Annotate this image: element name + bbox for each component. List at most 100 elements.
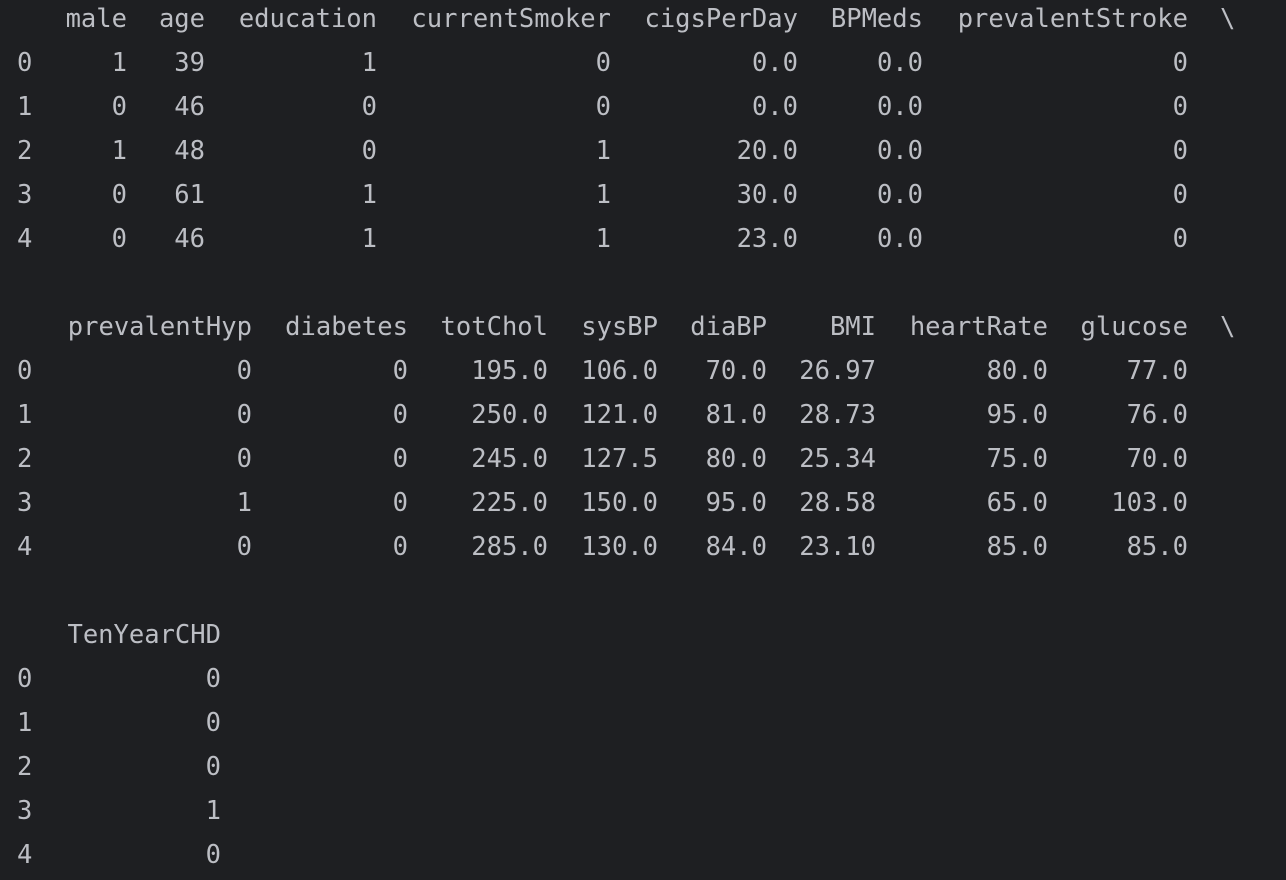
table-cell: 0 — [1172, 48, 1188, 78]
table-cell: 0.0 — [876, 48, 923, 78]
table-cell: 1 — [595, 224, 611, 254]
table-cell: 0 — [595, 48, 611, 78]
row-index: 0 — [17, 48, 33, 78]
table-cell: 0 — [1172, 136, 1188, 166]
table-cell: 0 — [392, 444, 408, 474]
table-cell: 1 — [205, 796, 221, 826]
row-index: 4 — [17, 840, 33, 870]
table-cell: 1 — [595, 180, 611, 210]
row-index: 1 — [17, 400, 33, 430]
table-cell: 30.0 — [736, 180, 798, 210]
table-cell: 127.5 — [581, 444, 658, 474]
table-cell: 84.0 — [705, 532, 767, 562]
table-cell: 0 — [205, 752, 221, 782]
table-cell: 0 — [205, 840, 221, 870]
table-row: 0 1 39 1 0 0.0 0.0 0 — [0, 41, 1286, 85]
table-row: 4 0 46 1 1 23.0 0.0 0 — [0, 217, 1286, 261]
table-cell: 61 — [174, 180, 205, 210]
table-cell: 70.0 — [1126, 444, 1188, 474]
table-cell: 0 — [392, 532, 408, 562]
table-cell: 0 — [236, 444, 252, 474]
table-cell: 1 — [361, 180, 377, 210]
table-cell: 1 — [595, 136, 611, 166]
column-header: TenYearCHD — [67, 620, 221, 650]
row-index: 4 — [17, 532, 33, 562]
table-cell: 85.0 — [986, 532, 1048, 562]
table-cell: 76.0 — [1126, 400, 1188, 430]
row-index: 3 — [17, 488, 33, 518]
row-index: 0 — [17, 356, 33, 386]
table-cell: 39 — [174, 48, 205, 78]
row-index: 2 — [17, 752, 33, 782]
header-row: TenYearCHD — [0, 613, 1286, 657]
column-header: prevalentStroke — [957, 4, 1188, 34]
console-output: male age education currentSmoker cigsPer… — [0, 0, 1286, 880]
table-cell: 80.0 — [986, 356, 1048, 386]
table-cell: 28.58 — [799, 488, 876, 518]
table-cell: 0 — [111, 224, 127, 254]
table-cell: 195.0 — [471, 356, 548, 386]
row-index: 3 — [17, 180, 33, 210]
table-row: 2 1 48 0 1 20.0 0.0 0 — [0, 129, 1286, 173]
table-cell: 25.34 — [799, 444, 876, 474]
table-cell: 285.0 — [471, 532, 548, 562]
column-header: diaBP — [690, 312, 767, 342]
column-header: totChol — [440, 312, 548, 342]
column-header: education — [238, 4, 377, 34]
table-cell: 0 — [1172, 92, 1188, 122]
table-cell: 46 — [174, 92, 205, 122]
table-cell: 75.0 — [986, 444, 1048, 474]
row-index: 0 — [17, 664, 33, 694]
table-cell: 0 — [1172, 180, 1188, 210]
table-row: 0 0 0 195.0 106.0 70.0 26.97 80.0 77.0 — [0, 349, 1286, 393]
table-cell: 28.73 — [799, 400, 876, 430]
header-row: male age education currentSmoker cigsPer… — [0, 0, 1286, 41]
table-cell: 225.0 — [471, 488, 548, 518]
row-index: 4 — [17, 224, 33, 254]
table-cell: 95.0 — [705, 488, 767, 518]
table-cell: 103.0 — [1111, 488, 1188, 518]
table-cell: 65.0 — [986, 488, 1048, 518]
row-index: 1 — [17, 92, 33, 122]
column-header: prevalentHyp — [67, 312, 252, 342]
column-header: heartRate — [909, 312, 1048, 342]
table-cell: 0.0 — [751, 92, 798, 122]
table-cell: 0 — [111, 92, 127, 122]
table-cell: 245.0 — [471, 444, 548, 474]
line-continuation: \ — [1220, 312, 1236, 342]
table-cell: 46 — [174, 224, 205, 254]
table-row: 3 1 0 225.0 150.0 95.0 28.58 65.0 103.0 — [0, 481, 1286, 525]
table-row: 0 0 — [0, 657, 1286, 701]
table-cell: 20.0 — [736, 136, 798, 166]
table-row: 4 0 0 285.0 130.0 84.0 23.10 85.0 85.0 — [0, 525, 1286, 569]
table-row: 1 0 — [0, 701, 1286, 745]
table-cell: 0.0 — [751, 48, 798, 78]
table-cell: 85.0 — [1126, 532, 1188, 562]
table-cell: 0 — [236, 356, 252, 386]
column-header: glucose — [1080, 312, 1188, 342]
row-index: 2 — [17, 136, 33, 166]
column-header: male — [65, 4, 127, 34]
table-cell: 0 — [205, 708, 221, 738]
table-row: 4 0 — [0, 833, 1286, 877]
table-row: 1 0 46 0 0 0.0 0.0 0 — [0, 85, 1286, 129]
table-row: 3 1 — [0, 789, 1286, 833]
table-cell: 48 — [174, 136, 205, 166]
row-index: 2 — [17, 444, 33, 474]
table-cell: 26.97 — [799, 356, 876, 386]
table-cell: 95.0 — [986, 400, 1048, 430]
table-cell: 81.0 — [705, 400, 767, 430]
table-cell: 0 — [361, 92, 377, 122]
table-cell: 0.0 — [876, 136, 923, 166]
table-cell: 0 — [361, 136, 377, 166]
table-row: 2 0 — [0, 745, 1286, 789]
table-cell: 250.0 — [471, 400, 548, 430]
table-row: 3 0 61 1 1 30.0 0.0 0 — [0, 173, 1286, 217]
table-cell: 23.0 — [736, 224, 798, 254]
table-cell: 0 — [111, 180, 127, 210]
table-cell: 150.0 — [581, 488, 658, 518]
column-header: diabetes — [285, 312, 408, 342]
table-cell: 1 — [236, 488, 252, 518]
table-cell: 0.0 — [876, 92, 923, 122]
column-header: BPMeds — [830, 4, 923, 34]
